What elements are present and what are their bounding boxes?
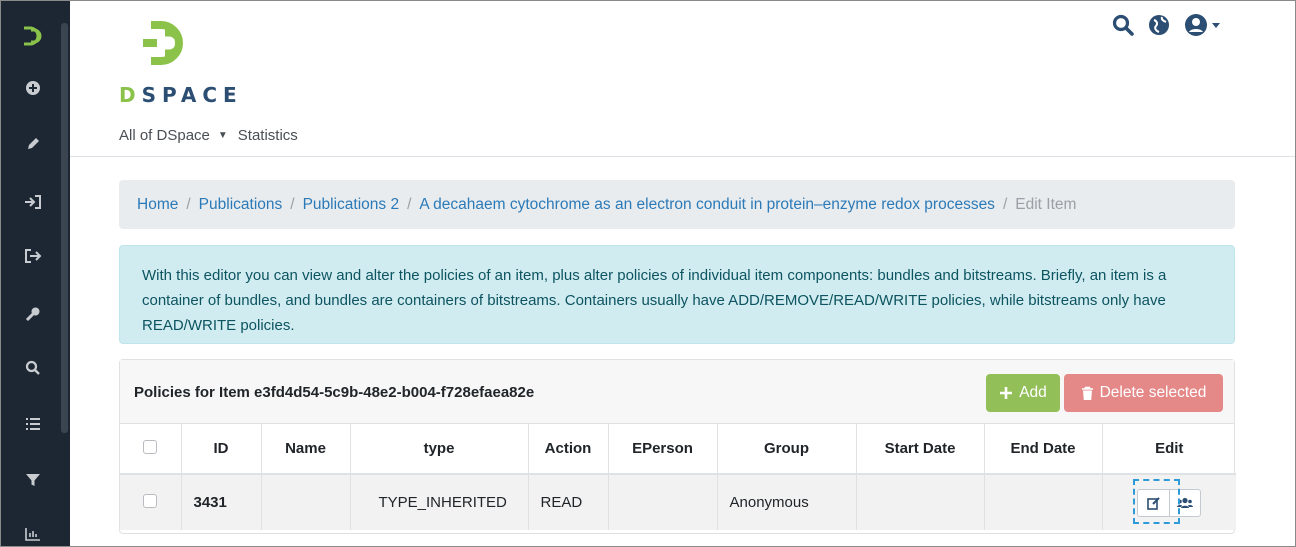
column-header: Edit	[1102, 424, 1236, 475]
card-header: Policies for Item e3fd4d54-5c9b-48e2-b00…	[120, 360, 1234, 424]
breadcrumb-separator: /	[407, 195, 412, 213]
sidebar-item-curation[interactable]	[15, 465, 51, 495]
sidebar-item-statistics[interactable]	[15, 519, 51, 546]
sidebar-item-home[interactable]	[15, 21, 51, 51]
trash-icon	[1081, 386, 1093, 400]
sidebar-item-import[interactable]	[15, 187, 51, 217]
column-header[interactable]: EPerson	[608, 424, 718, 475]
add-policy-button[interactable]: Add	[986, 374, 1060, 412]
sidebar-item-access-control[interactable]	[15, 299, 51, 329]
breadcrumb-separator: /	[1002, 195, 1008, 213]
delete-selected-button[interactable]: Delete selected	[1064, 374, 1223, 412]
row-checkbox[interactable]	[143, 493, 158, 508]
sidebar-item-edit[interactable]	[15, 129, 51, 159]
column-header[interactable]: Action	[528, 424, 609, 475]
caret-down-icon	[1212, 23, 1220, 28]
brand-wordmark: DSPACE	[119, 83, 243, 107]
globe-icon	[1149, 15, 1169, 35]
list-icon	[26, 418, 40, 430]
edit-highlight-box	[1133, 479, 1180, 524]
breadcrumb-item-title[interactable]: A decahaem cytochrome as an electron con…	[419, 196, 995, 214]
sidebar-item-search[interactable]	[15, 353, 51, 383]
admin-sidebar	[1, 1, 70, 546]
column-header[interactable]: ID	[181, 424, 262, 475]
main-nav: All of DSpace ▼ Statistics	[119, 127, 298, 144]
search-icon	[1112, 14, 1134, 36]
breadcrumb-separator: /	[186, 195, 191, 213]
dspace-logo-icon	[24, 26, 42, 46]
table-row: 3431 TYPE_INHERITED READ Anonymous	[120, 474, 1236, 530]
policy-id: 3431	[181, 474, 262, 530]
search-icon	[25, 360, 40, 375]
language-button[interactable]	[1148, 14, 1170, 36]
sidebar-item-registries[interactable]	[15, 409, 51, 439]
brand-rest: SPACE	[141, 83, 243, 107]
breadcrumb: Home / Publications / Publications 2 / A…	[119, 180, 1235, 229]
policies-table: ID Name type Action EPerson Group Start …	[120, 424, 1236, 530]
breadcrumb-publications[interactable]: Publications	[199, 196, 283, 214]
select-all-cell	[120, 424, 182, 475]
dspace-logo-icon	[143, 21, 183, 65]
breadcrumb-home[interactable]: Home	[137, 196, 178, 214]
sidebar-scrollbar[interactable]	[61, 23, 68, 433]
export-icon	[25, 249, 42, 263]
header-actions	[1112, 13, 1221, 37]
brand-initial: D	[119, 83, 142, 107]
column-header[interactable]: End Date	[984, 424, 1103, 475]
sidebar-item-export[interactable]	[15, 241, 51, 271]
nav-statistics[interactable]: Statistics	[238, 127, 298, 144]
caret-down-icon[interactable]: ▼	[218, 130, 228, 141]
policy-group: Anonymous	[717, 474, 857, 530]
plus-circle-icon	[26, 81, 40, 95]
select-all-checkbox[interactable]	[143, 439, 158, 454]
chart-icon	[25, 528, 40, 541]
policy-eperson	[608, 474, 718, 530]
add-label: Add	[1019, 384, 1047, 401]
column-header[interactable]: Start Date	[856, 424, 985, 475]
pencil-icon	[28, 138, 39, 149]
filter-icon	[26, 474, 40, 486]
sidebar-item-new[interactable]	[15, 73, 51, 103]
policy-type: TYPE_INHERITED	[350, 474, 529, 530]
breadcrumb-separator: /	[290, 195, 295, 213]
column-header[interactable]: Name	[261, 424, 351, 475]
table-header-row: ID Name type Action EPerson Group Start …	[120, 424, 1236, 475]
policies-card: Policies for Item e3fd4d54-5c9b-48e2-b00…	[119, 359, 1236, 534]
row-select-cell	[120, 474, 182, 530]
nav-divider	[70, 156, 1295, 157]
breadcrumb-current: Edit Item	[1015, 195, 1077, 213]
app-window: DSPACE All of DSpace ▼ Statistics Home /…	[0, 0, 1296, 547]
column-header[interactable]: type	[350, 424, 529, 475]
dspace-logo[interactable]	[119, 21, 201, 70]
policy-name	[261, 474, 351, 530]
policy-end-date	[984, 474, 1103, 530]
policies-title: Policies for Item e3fd4d54-5c9b-48e2-b00…	[134, 384, 535, 401]
policy-action: READ	[528, 474, 609, 530]
breadcrumb-publications-2[interactable]: Publications 2	[303, 196, 400, 214]
key-icon	[25, 307, 40, 322]
user-icon	[1185, 14, 1207, 36]
info-alert: With this editor you can view and alter …	[119, 245, 1235, 344]
plus-icon	[1000, 387, 1013, 399]
import-icon	[25, 195, 41, 209]
policy-start-date	[856, 474, 985, 530]
column-header[interactable]: Group	[717, 424, 857, 475]
delete-label: Delete selected	[1099, 384, 1207, 401]
search-button[interactable]	[1112, 14, 1134, 36]
nav-all-of-dspace[interactable]: All of DSpace	[119, 127, 210, 144]
user-menu-button[interactable]	[1184, 13, 1221, 37]
info-text: With this editor you can view and alter …	[142, 267, 1167, 334]
